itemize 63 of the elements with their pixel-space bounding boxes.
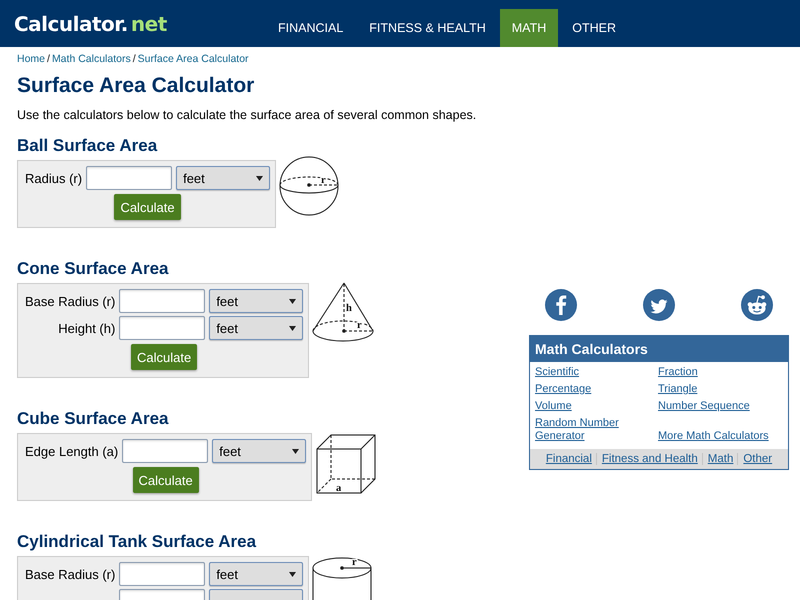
- category-link[interactable]: Financial: [546, 453, 592, 465]
- section-heading: Cone Surface Area: [17, 259, 170, 279]
- field-label: Base Radius (r): [25, 294, 116, 308]
- cube-drawing: [316, 434, 376, 494]
- input-field[interactable]: [119, 562, 206, 586]
- nav-tab[interactable]: FINANCIAL: [266, 9, 356, 47]
- section-heading: Ball Surface Area: [17, 136, 158, 156]
- caret-icon: [289, 298, 296, 304]
- unit-dropdown[interactable]: feet: [209, 316, 304, 340]
- field-label: Height (h): [57, 320, 116, 336]
- dimension-label: a: [336, 483, 342, 494]
- calculator-link[interactable]: Number Sequence: [658, 400, 750, 413]
- field-label: Edge Length (a): [25, 444, 118, 458]
- calculator-link[interactable]: Triangle: [658, 383, 698, 396]
- twitter-icon[interactable]: [643, 289, 675, 321]
- input-field[interactable]: [122, 439, 208, 463]
- site-logo[interactable]: Calculator.net: [14, 12, 172, 36]
- nav-tab[interactable]: MATH: [500, 9, 558, 47]
- cone-drawing: [312, 282, 374, 342]
- breadcrumb-link[interactable]: Math Calculators: [52, 53, 131, 65]
- reddit-icon[interactable]: [741, 289, 773, 321]
- sphere-drawing: [280, 156, 339, 216]
- unit-dropdown[interactable]: feet: [212, 439, 306, 463]
- calculate-button[interactable]: Calculate: [114, 194, 181, 220]
- calculator-link[interactable]: Random Number Generator: [535, 417, 658, 443]
- breadcrumb-link[interactable]: Home: [17, 53, 46, 65]
- caret-icon: [289, 326, 296, 330]
- facebook-icon[interactable]: [545, 289, 577, 321]
- input-field[interactable]: [86, 166, 172, 190]
- breadcrumb-separator: /: [47, 53, 50, 65]
- input-field[interactable]: [119, 316, 206, 340]
- nav-tab[interactable]: FITNESS & HEALTH: [357, 9, 498, 47]
- intro-text: Use the calculators below to calculate the surface area of several common shapes.: [17, 107, 478, 123]
- calculator-link[interactable]: Percentage: [535, 383, 592, 396]
- calculate-button[interactable]: Calculate: [132, 467, 199, 493]
- unit-dropdown[interactable]: feet: [176, 166, 270, 190]
- nav-tab[interactable]: OTHER: [560, 9, 628, 47]
- dimension-label: r: [352, 557, 357, 568]
- calculator-link[interactable]: Scientific: [535, 366, 580, 379]
- section-heading: Cube Surface Area: [17, 409, 170, 429]
- unit-dropdown[interactable]: feet: [209, 289, 304, 313]
- calculator-link[interactable]: Fraction: [658, 366, 698, 379]
- section-heading: Cylindrical Tank Surface Area: [17, 532, 258, 552]
- category-link[interactable]: Fitness and Health: [596, 453, 698, 465]
- input-field[interactable]: [119, 289, 206, 313]
- breadcrumb-link[interactable]: Surface Area Calculator: [138, 53, 249, 65]
- panel-title: Math Calculators: [530, 336, 788, 362]
- calculator-link[interactable]: Volume: [535, 400, 572, 413]
- category-link[interactable]: Other: [737, 453, 772, 465]
- calculate-button[interactable]: Calculate: [131, 344, 198, 370]
- calculator-link[interactable]: More Math Calculators: [658, 430, 769, 443]
- field-label: Radius (r): [25, 170, 82, 186]
- caret-icon: [289, 572, 296, 576]
- dimension-label: h: [346, 303, 352, 314]
- field-label: Base Radius (r): [25, 566, 116, 582]
- breadcrumb-separator: /: [132, 53, 136, 65]
- page-title: Surface Area Calculator: [17, 73, 256, 99]
- cylinder-drawing: [312, 558, 372, 600]
- caret-icon: [256, 176, 264, 180]
- dimension-label: r: [357, 320, 362, 331]
- caret-icon: [292, 448, 300, 454]
- category-link[interactable]: Math: [702, 453, 734, 465]
- unit-dropdown[interactable]: feet: [209, 562, 304, 586]
